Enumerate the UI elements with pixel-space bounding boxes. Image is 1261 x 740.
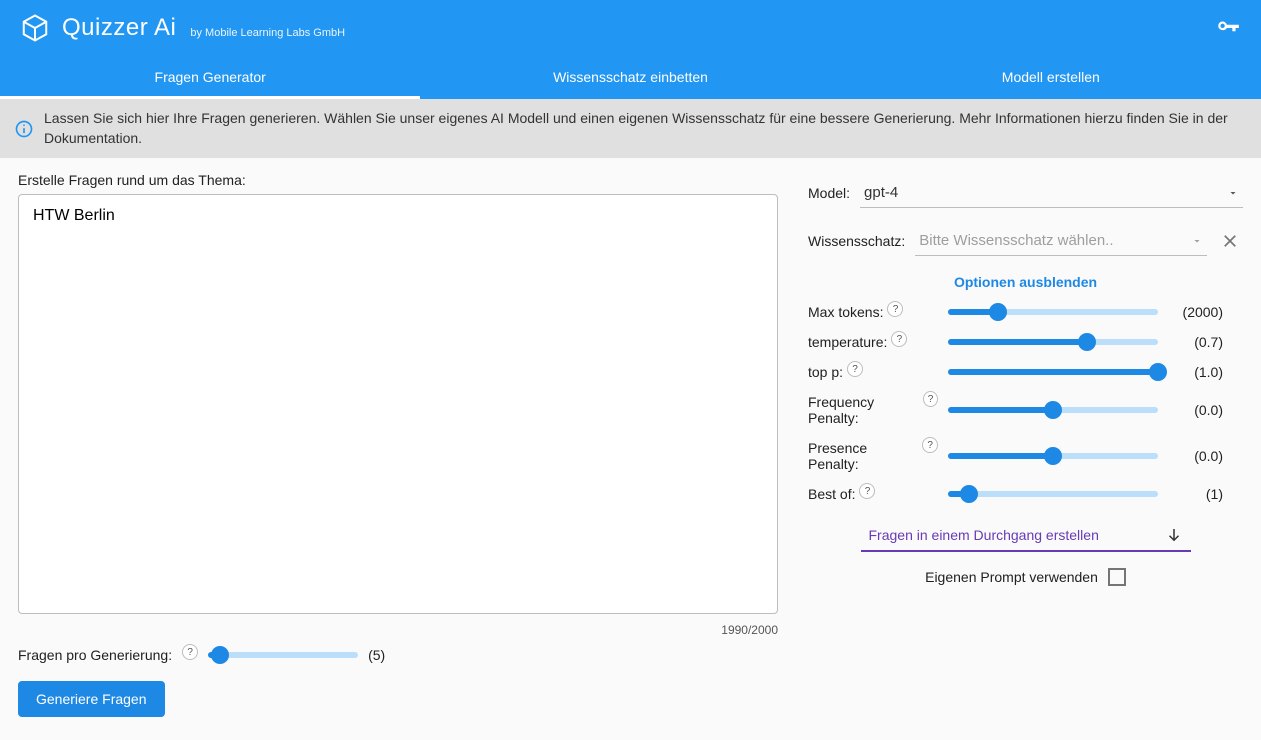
app-title: Quizzer Ai	[62, 14, 176, 42]
param-slider[interactable]	[948, 407, 1158, 413]
param-value: (1)	[1168, 486, 1223, 502]
param-label: Presence Penalty:	[808, 440, 918, 472]
param-label: Best of:	[808, 486, 855, 502]
help-icon[interactable]: ?	[887, 301, 903, 317]
ws-placeholder: Bitte Wissensschatz wählen..	[919, 232, 1113, 249]
own-prompt-checkbox[interactable]	[1108, 568, 1126, 586]
slider-thumb[interactable]	[1149, 363, 1167, 381]
slider-fill	[948, 369, 1158, 375]
param-value: (0.0)	[1168, 402, 1223, 418]
slider-thumb[interactable]	[1078, 333, 1096, 351]
key-icon[interactable]	[1215, 15, 1241, 41]
param-slider[interactable]	[948, 491, 1158, 497]
param-slider[interactable]	[948, 369, 1158, 375]
arrow-down-icon	[1165, 526, 1183, 544]
param-value: (2000)	[1168, 304, 1223, 320]
main-tabs: Fragen Generator Wissensschatz einbetten…	[0, 55, 1261, 99]
model-value: gpt-4	[864, 184, 898, 201]
param-value: (0.0)	[1168, 448, 1223, 464]
param-slider[interactable]	[948, 339, 1158, 345]
param-row: Max tokens:? (2000)	[808, 304, 1243, 320]
help-icon[interactable]: ?	[891, 331, 907, 347]
param-row: Frequency Penalty:? (0.0)	[808, 394, 1243, 426]
clear-ws-button[interactable]	[1217, 228, 1243, 254]
qpg-slider[interactable]	[208, 652, 358, 658]
model-select[interactable]: gpt-4	[860, 178, 1243, 208]
info-banner: Lassen Sie sich hier Ihre Fragen generie…	[0, 99, 1261, 158]
slider-thumb[interactable]	[989, 303, 1007, 321]
options-toggle[interactable]: Optionen ausblenden	[808, 274, 1243, 290]
ws-label: Wissensschatz:	[808, 233, 905, 249]
param-value: (1.0)	[1168, 364, 1223, 380]
slider-thumb[interactable]	[1044, 401, 1062, 419]
model-label: Model:	[808, 185, 850, 201]
topic-input[interactable]	[18, 194, 778, 614]
cube-icon	[20, 13, 50, 43]
wissensschatz-select[interactable]: Bitte Wissensschatz wählen..	[915, 226, 1207, 256]
help-icon[interactable]: ?	[923, 391, 938, 407]
tab-modell-erstellen[interactable]: Modell erstellen	[841, 55, 1261, 99]
tab-wissensschatz-einbetten[interactable]: Wissensschatz einbetten	[420, 55, 840, 99]
slider-thumb[interactable]	[1044, 447, 1062, 465]
param-row: top p:? (1.0)	[808, 364, 1243, 380]
char-count: 1990/2000	[18, 623, 778, 637]
param-slider[interactable]	[948, 453, 1158, 459]
brand: Quizzer Ai by Mobile Learning Labs GmbH	[20, 13, 345, 43]
info-icon	[14, 109, 34, 148]
help-icon[interactable]: ?	[859, 483, 875, 499]
generate-button[interactable]: Generiere Fragen	[18, 681, 165, 717]
generation-mode-select[interactable]: Fragen in einem Durchgang erstellen	[861, 520, 1191, 552]
param-value: (0.7)	[1168, 334, 1223, 350]
help-icon[interactable]: ?	[847, 361, 863, 377]
chevron-down-icon	[1227, 187, 1239, 199]
slider-fill	[948, 339, 1087, 345]
own-prompt-label: Eigenen Prompt verwenden	[925, 569, 1098, 585]
param-label: temperature:	[808, 334, 887, 350]
app-header: Quizzer Ai by Mobile Learning Labs GmbH	[0, 0, 1261, 55]
slider-thumb[interactable]	[211, 646, 229, 664]
param-label: Max tokens:	[808, 304, 883, 320]
info-text: Lassen Sie sich hier Ihre Fragen generie…	[44, 109, 1247, 148]
qpg-label: Fragen pro Generierung:	[18, 647, 172, 663]
slider-thumb[interactable]	[960, 485, 978, 503]
chevron-down-icon	[1191, 235, 1203, 247]
qpg-value: (5)	[368, 647, 414, 663]
slider-fill	[948, 407, 1053, 413]
app-subtitle: by Mobile Learning Labs GmbH	[190, 27, 345, 43]
topic-label: Erstelle Fragen rund um das Thema:	[18, 172, 778, 188]
help-icon[interactable]: ?	[182, 644, 198, 660]
param-label: top p:	[808, 364, 843, 380]
mode-select-value: Fragen in einem Durchgang erstellen	[869, 527, 1099, 543]
tab-fragen-generator[interactable]: Fragen Generator	[0, 55, 420, 99]
param-label: Frequency Penalty:	[808, 394, 919, 426]
param-row: temperature:? (0.7)	[808, 334, 1243, 350]
param-row: Best of:? (1)	[808, 486, 1243, 502]
slider-fill	[948, 453, 1053, 459]
param-slider[interactable]	[948, 309, 1158, 315]
help-icon[interactable]: ?	[922, 437, 938, 453]
param-row: Presence Penalty:? (0.0)	[808, 440, 1243, 472]
